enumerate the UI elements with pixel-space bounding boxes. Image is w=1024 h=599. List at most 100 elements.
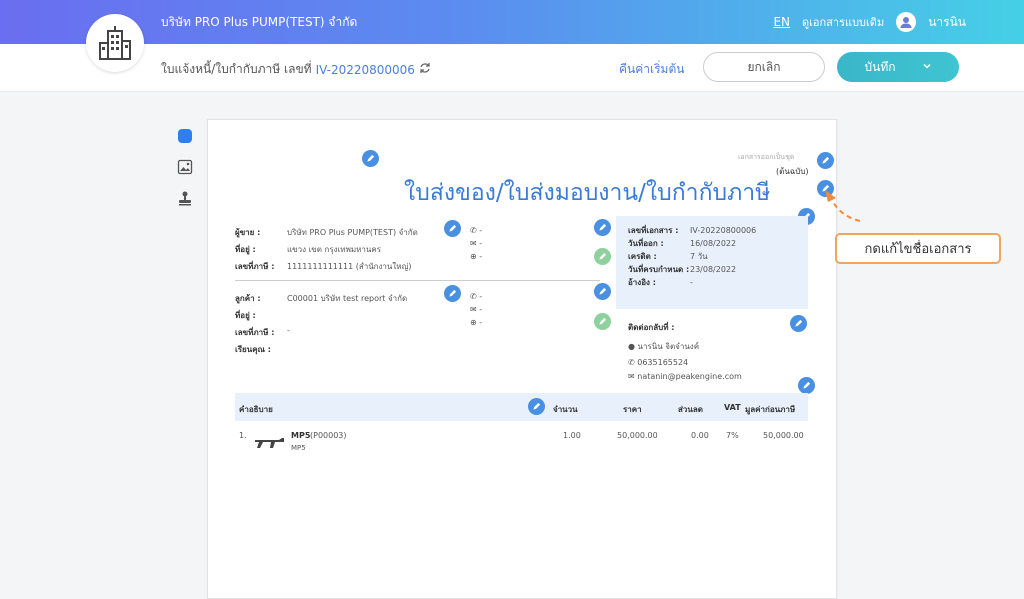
customer-tax-label: เลขที่ภาษี : [235,328,275,337]
row-discount: 0.00 [691,431,709,440]
stamp-icon[interactable] [176,189,194,207]
reset-default-link[interactable]: คืนค่าเริ่มต้น [619,60,684,79]
header-quantity: จำนวน [553,405,578,414]
annotation-text: กดแก้ไขชื่อเอกสาร [864,242,972,257]
due-date: 23/08/2022 [690,265,737,274]
header-price: ราคา [623,405,642,414]
due-date-label: วันที่ครบกำหนด : [628,265,690,274]
phone-icon: ✆ [628,358,635,367]
top-bar: บริษัท PRO Plus PUMP(TEST) จำกัด EN ดูเอ… [0,0,1024,44]
doc-no: IV-20220800006 [690,226,757,235]
seller-address-label: ที่อยู่ : [235,245,256,254]
seller-tax-label: เลขที่ภาษี : [235,262,275,271]
edit-green-pencil-icon[interactable] [594,248,611,265]
seller-tax-id: 1111111111111 (สำนักงานใหญ่) [287,262,412,271]
customer-address-label: ที่อยู่ : [235,311,256,320]
contact-block: ติดต่อกลับที่ : ● นารนิน จิตจำนงค์ ✆ 063… [628,321,742,381]
customer-phone: - [479,292,483,301]
document-title-bar: ใบแจ้งหนี้/ใบกำกับภาษี เลขที่ IV-2022080… [161,60,431,79]
copy-type-label: เอกสารออกเป็นชุด [738,153,795,161]
cancel-button-label: ยกเลิก [747,59,781,74]
doc-no-label: เลขที่เอกสาร : [628,226,679,235]
username[interactable]: นารนิน [928,13,966,32]
seller-address: แขวง เขต กรุงเทพมหานคร [287,245,381,254]
edit-contact-pencil-icon[interactable] [790,315,807,332]
web-icon: ⊕ [470,318,477,327]
items-table-header: คำอธิบาย จำนวน ราคา ส่วนลด VAT มูลค่าก่อ… [235,393,808,421]
row-quantity: 1.00 [563,431,581,440]
phone-icon: ✆ [470,226,477,235]
customer-attn-label: เรียนคุณ : [235,345,271,354]
company-name[interactable]: บริษัท PRO Plus PUMP(TEST) จำกัด [161,13,357,32]
customer-email: - [479,305,483,314]
issue-date: 16/08/2022 [690,239,737,248]
customer-name: C00001 บริษัท test report จำกัด [287,294,408,303]
edit-table-pencil-icon[interactable] [798,377,815,394]
edit-customer-contact-pencil-icon[interactable] [594,283,611,300]
doc-type-label: ใบแจ้งหนี้/ใบกำกับภาษี เลขที่ [161,62,312,76]
seller-label: ผู้ขาย : [235,228,261,237]
contact-email: natanin@peakengine.com [637,372,742,381]
web-icon: ⊕ [470,252,477,261]
row-price: 50,000.00 [617,431,658,440]
edit-copy-pencil-icon[interactable] [817,152,834,169]
chevron-down-icon[interactable] [922,60,932,74]
edit-seller-contact-pencil-icon[interactable] [594,219,611,236]
product-code: (P00003) [310,431,347,440]
document-info-box: เลขที่เอกสาร : IV-20220800006 วันที่ออก :… [616,216,808,309]
document-toolbar: ใบแจ้งหนี้/ใบกำกับภาษี เลขที่ IV-2022080… [0,44,1024,92]
company-logo-icon[interactable] [86,14,144,72]
seller-phone: - [479,226,483,235]
row-number: 1. [239,431,247,440]
color-picker-icon[interactable] [176,127,194,145]
classic-view-link[interactable]: ดูเอกสารแบบเดิม [802,13,884,31]
annotation-arrow [825,190,861,222]
edit-logo-pencil-icon[interactable] [362,150,379,167]
table-row[interactable]: 1. MP5 (P00003) MP5 1.00 50,000.00 0.00 … [235,428,808,462]
seller-contacts: ✆ - ✉ - ⊕ - [470,226,482,261]
header-description: คำอธิบาย [239,405,273,414]
edit-green-pencil-icon[interactable] [594,313,611,330]
image-icon[interactable] [176,158,194,176]
row-amount: 50,000.00 [763,431,804,440]
save-button[interactable]: บันทึก [837,52,959,82]
edit-seller-pencil-icon[interactable] [444,220,461,237]
reference: - [690,278,693,287]
header-vat: VAT [724,403,741,412]
header-discount: ส่วนลด [678,405,703,414]
credit: 7 วัน [690,252,708,261]
contact-name: นารนิน จิตจำนงค์ [637,342,700,351]
seller-email: - [479,239,483,248]
phone-icon: ✆ [470,292,477,301]
customer-tax-id: - [287,326,290,335]
customer-label: ลูกค้า : [235,294,261,303]
document-title[interactable]: ใบส่งของ/ใบส่งมอบงาน/ใบกำกับภาษี [404,175,770,211]
seller-name: บริษัท PRO Plus PUMP(TEST) จำกัด [287,228,418,237]
product-description: MP5 [291,444,306,452]
user-avatar-icon[interactable] [896,12,917,32]
contact-label: ติดต่อกลับที่ : [628,323,675,332]
original-label: (ต้นฉบับ) [776,167,809,176]
annotation-callout: กดแก้ไขชื่อเอกสาร [835,233,1001,264]
edit-description-pencil-icon[interactable] [528,398,545,415]
email-icon: ✉ [470,305,477,314]
customer-contacts: ✆ - ✉ - ⊕ - [470,292,482,327]
customer-web: - [479,318,483,327]
email-icon: ✉ [470,239,477,248]
top-right-menu: EN ดูเอกสารแบบเดิม นารนิน [773,12,966,32]
seller-block: ผู้ขาย : บริษัท PRO Plus PUMP(TEST) จำกัด… [235,226,445,273]
user-icon: ● [628,342,635,351]
email-icon: ✉ [628,372,635,381]
edit-customer-pencil-icon[interactable] [444,285,461,302]
issue-date-label: วันที่ออก : [628,239,664,248]
document-preview: เอกสารออกเป็นชุด (ต้นฉบับ) ใบส่งของ/ใบส่… [207,119,837,599]
reference-label: อ้างอิง : [628,278,656,287]
row-vat: 7% [726,431,739,440]
cancel-button[interactable]: ยกเลิก [703,52,825,82]
contact-phone: 0635165524 [637,358,689,367]
header-amount: มูลค่าก่อนภาษี [745,405,796,414]
customer-block: ลูกค้า : C00001 บริษัท test report จำกัด … [235,292,445,356]
product-image [253,428,285,458]
language-link[interactable]: EN [773,15,790,29]
refresh-icon[interactable] [419,62,431,77]
